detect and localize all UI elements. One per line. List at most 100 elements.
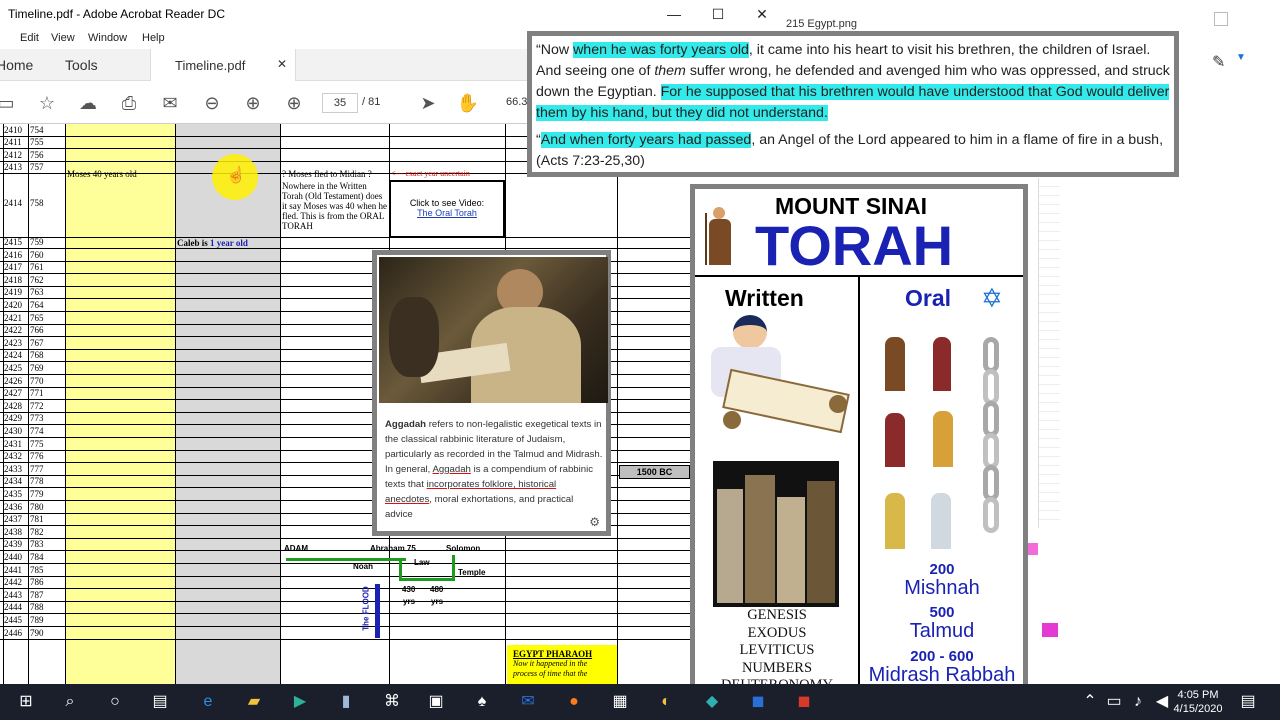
page-down-icon[interactable]: ⊕ [282, 91, 306, 115]
year-am-cell: 2444 [4, 602, 22, 613]
firefox-icon[interactable]: ● [562, 690, 586, 714]
chevron-up-icon[interactable]: ⌃ [1078, 690, 1102, 714]
year-bc-cell: 756 [30, 149, 44, 160]
file-explorer-icon[interactable]: ▰ [242, 690, 266, 714]
video-link-box[interactable]: Click to see Video: The Oral Torah [389, 180, 505, 238]
year-bc-cell: 784 [30, 552, 44, 562]
midrash-year: 200 - 600 [910, 648, 974, 665]
year-bc-cell: 761 [30, 262, 44, 273]
caleb-age: 1 year old [210, 238, 248, 248]
egypt-sub: Now it happened in the process of time t… [513, 659, 588, 678]
page-number-input[interactable]: 35 [322, 93, 358, 113]
solitaire-icon[interactable]: ♠ [470, 690, 494, 714]
year-am-cell: 2413 [4, 162, 22, 173]
maximize-icon[interactable] [1214, 12, 1228, 26]
tab-home[interactable]: Home [0, 57, 33, 73]
clock[interactable]: 4:05 PM 4/15/2020 [1166, 688, 1230, 716]
upload-cloud-icon[interactable]: ☁ [76, 91, 100, 115]
timeline-line [452, 555, 455, 581]
print-icon[interactable]: ⎙ [117, 91, 141, 115]
video-link[interactable]: The Oral Torah [391, 208, 503, 218]
timeline-flood: The FLOOD [361, 586, 371, 631]
timeline-law: Law [414, 558, 430, 567]
year-bc-cell: 767 [30, 337, 44, 348]
grid-line [175, 124, 176, 684]
quote-paragraph-2: “And when forty years had passed, an Ang… [536, 130, 1170, 172]
tab-document[interactable]: Timeline.pdf ✕ [150, 49, 296, 81]
year-bc-cell: 783 [30, 539, 44, 550]
timeline-adam: ADAM [284, 544, 308, 553]
app-icon[interactable]: ◼ [746, 690, 770, 714]
edit-icon[interactable]: ✎ [1212, 52, 1225, 72]
year-bc-cell: 769 [30, 363, 44, 373]
year-am-cell: 2437 [4, 514, 22, 525]
year-am-cell: 2431 [4, 438, 22, 449]
gear-icon[interactable]: ⚙ [589, 515, 600, 529]
page-up-icon[interactable]: ⊕ [241, 91, 265, 115]
table-row: 2442 786 [0, 576, 690, 590]
oral-heading: Oral [905, 285, 952, 311]
app-icon[interactable]: ▮ [334, 690, 358, 714]
year-bc-cell: 787 [30, 589, 44, 600]
save-icon[interactable]: ▭ [0, 91, 18, 115]
tab-close-icon[interactable]: ✕ [277, 57, 287, 71]
cortana-icon[interactable]: ○ [103, 690, 127, 714]
table-row: 2446 790 [0, 627, 690, 640]
menu-edit[interactable]: Edit [20, 32, 39, 44]
acrobat-icon[interactable]: ◼ [792, 690, 816, 714]
clock-time: 4:05 PM [1177, 689, 1219, 701]
quote-text: “Now [536, 42, 574, 58]
title-bar: Timeline.pdf - Adobe Acrobat Reader DC —… [0, 0, 784, 29]
exact-year-note: <--- exact year uncertain [391, 169, 470, 178]
volume-icon[interactable]: ♪ [1126, 690, 1150, 714]
table-row: 2444 788 [0, 601, 690, 615]
zoom-level[interactable]: 66.3 [506, 96, 527, 108]
hand-tool-icon[interactable]: ✋ [456, 91, 480, 115]
tab-document-label: Timeline.pdf [175, 58, 246, 73]
painting-figure [389, 297, 439, 377]
app-icon[interactable]: ◐ [654, 690, 678, 714]
menu-help[interactable]: Help [142, 32, 165, 44]
year-am-cell: 2428 [4, 400, 22, 411]
year-am-cell: 2436 [4, 501, 22, 512]
notification-icon[interactable]: ▤ [1236, 690, 1260, 714]
edge-icon[interactable]: e [196, 690, 220, 714]
bc-label: 1500 BC [619, 465, 690, 479]
maximize-button[interactable]: ☐ [696, 0, 740, 29]
timeline-line [286, 558, 406, 561]
zoom-out-icon[interactable]: ⊖ [200, 91, 224, 115]
year-bc-cell: 775 [30, 438, 44, 449]
menu-view[interactable]: View [51, 32, 75, 44]
year-bc-cell: 765 [30, 312, 44, 323]
caleb-cell: Caleb is 1 year old [177, 238, 248, 248]
book-genesis: GENESIS [747, 607, 807, 623]
year-bc-cell: 780 [30, 501, 44, 512]
windows-start-icon[interactable]: ⊞ [14, 690, 38, 714]
close-button[interactable]: ✕ [740, 0, 784, 29]
select-cursor-icon[interactable]: ➤ [416, 91, 440, 115]
aggadah-popup: Aggadah refers to non-legalistic exegeti… [372, 250, 611, 536]
background-image-strip [1038, 178, 1060, 528]
egypt-title: EGYPT PHARAOH [513, 649, 593, 659]
network-icon[interactable]: ▭ [1102, 690, 1126, 714]
year-bc-cell: 754 [30, 125, 44, 135]
search-icon[interactable]: ⌕ [58, 690, 82, 714]
chevron-down-icon[interactable]: ▼ [1236, 52, 1246, 63]
app-icon[interactable]: ▣ [424, 690, 448, 714]
tab-tools[interactable]: Tools [65, 57, 98, 73]
grid-line [617, 124, 618, 684]
app-icon[interactable]: ▦ [608, 690, 632, 714]
email-icon[interactable]: ✉ [158, 91, 182, 115]
task-view-icon[interactable]: ▤ [148, 690, 172, 714]
year-am-cell: 2422 [4, 325, 22, 336]
app-icon[interactable]: ◆ [700, 690, 724, 714]
table-row: 2415 759 [0, 236, 690, 249]
app-icon[interactable]: ▶ [288, 690, 312, 714]
egypt-pharaoh-cell: EGYPT PHARAOH Now it happened in the pro… [507, 645, 617, 684]
window-title: Timeline.pdf - Adobe Acrobat Reader DC [8, 7, 226, 21]
outlook-icon[interactable]: ✉ [516, 690, 540, 714]
bookmark-star-icon[interactable]: ☆ [35, 91, 59, 115]
menu-window[interactable]: Window [88, 32, 127, 44]
minimize-button[interactable]: — [652, 0, 696, 29]
app-icon[interactable]: ⌘ [380, 690, 404, 714]
